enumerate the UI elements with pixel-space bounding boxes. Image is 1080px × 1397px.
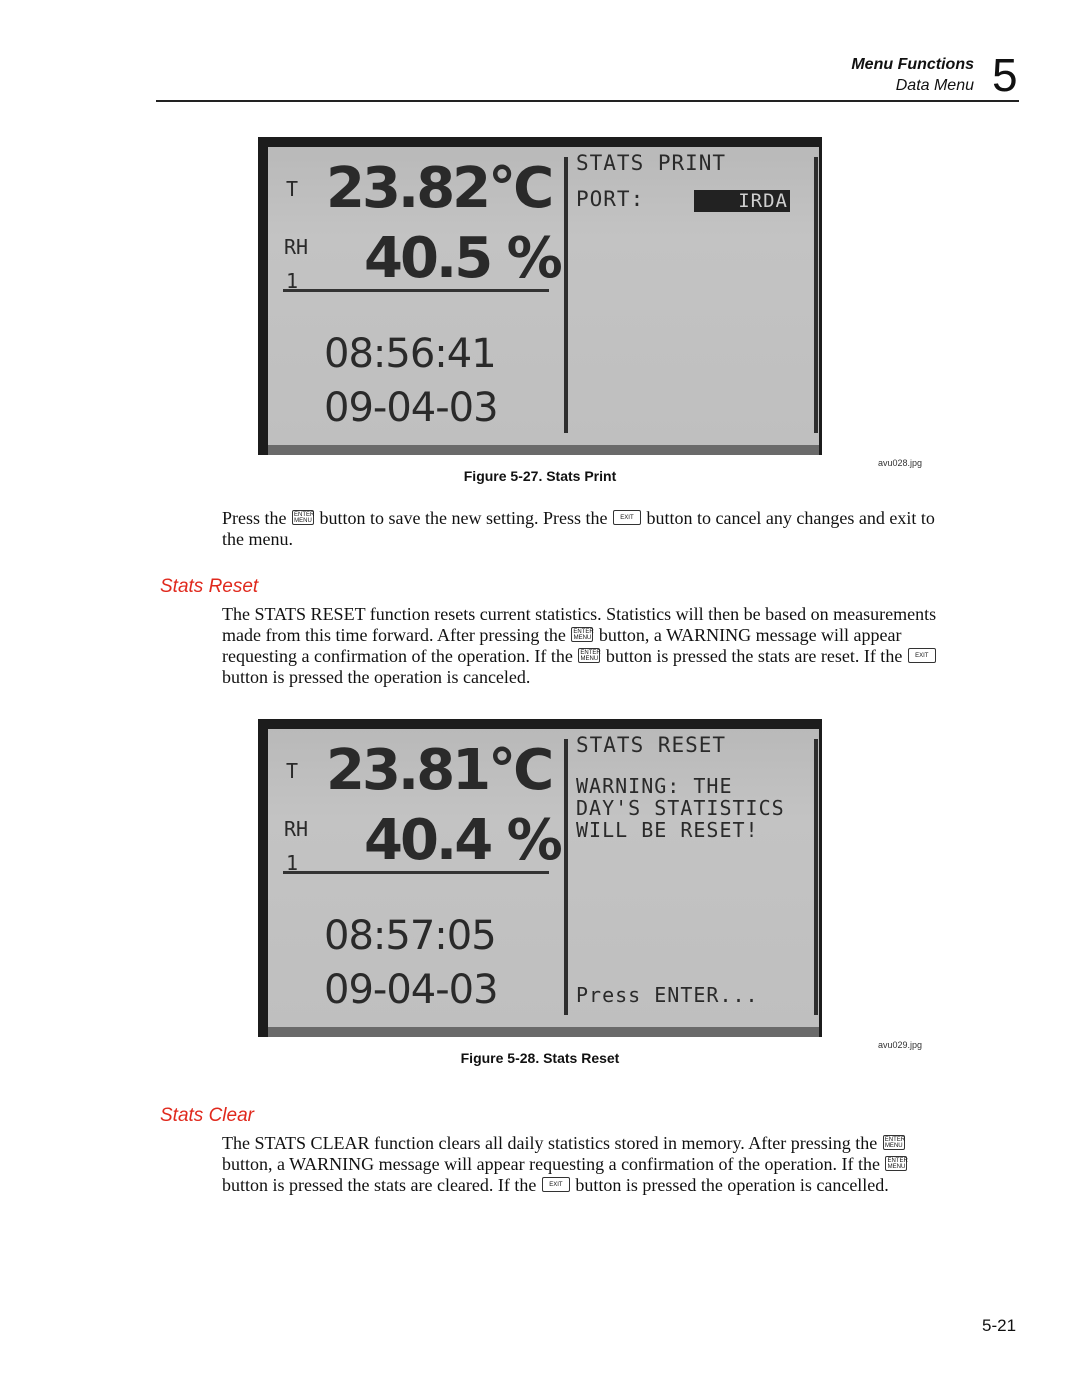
- enter-menu-key-icon: ENTER MENU: [882, 1135, 906, 1151]
- lcd-divider: [283, 871, 549, 874]
- lcd-temperature: 23.82°C: [326, 156, 554, 221]
- lcd-bezel: [268, 1027, 819, 1037]
- lcd-screen: T RH 1 23.81°C 40.4 % 08:57:05 09-04-03 …: [268, 729, 819, 1027]
- exit-key-icon: EXIT: [541, 1177, 570, 1193]
- enter-menu-key-icon: ENTER MENU: [292, 510, 315, 526]
- lcd-menu-panel-right-bracket: [808, 157, 818, 433]
- enter-menu-key-icon: ENTER MENU: [885, 1156, 908, 1172]
- chapter-number: 5: [992, 49, 1018, 101]
- lcd-panel-title: STATS RESET: [576, 733, 727, 757]
- lcd-date: 09-04-03: [324, 967, 499, 1013]
- enter-menu-key-icon: ENTER MENU: [578, 648, 601, 664]
- lcd-bezel: [268, 445, 819, 455]
- running-header: Menu Functions Data Menu: [851, 55, 974, 96]
- lcd-label-temperature: T: [286, 759, 299, 783]
- enter-menu-key-icon: ENTER MENU: [571, 627, 594, 643]
- lcd-label-humidity: RH: [284, 817, 309, 841]
- lcd-panel-title: STATS PRINT: [576, 151, 727, 175]
- lcd-menu-panel-right-bracket: [808, 739, 818, 1015]
- figure-caption: Figure 5-27. Stats Print: [463, 468, 617, 484]
- figure-caption: Figure 5-28. Stats Reset: [460, 1050, 620, 1066]
- section-heading-stats-clear: Stats Clear: [160, 1105, 254, 1126]
- lcd-divider: [283, 289, 549, 292]
- lcd-time: 08:56:41: [324, 331, 497, 377]
- lcd-time: 08:57:05: [324, 913, 497, 959]
- lcd-label-temperature: T: [286, 177, 299, 201]
- lcd-date: 09-04-03: [324, 385, 499, 431]
- lcd-humidity: 40.5 %: [364, 226, 563, 291]
- lcd-prompt: Press ENTER...: [576, 983, 759, 1007]
- lcd-warning-message: WARNING: THE DAY'S STATISTICS WILL BE RE…: [576, 774, 785, 842]
- chapter-title: Menu Functions: [851, 56, 974, 73]
- section-heading-stats-reset: Stats Reset: [160, 576, 259, 597]
- exit-key-icon: EXIT: [612, 510, 641, 526]
- figure-filename: avu029.jpg: [878, 1040, 923, 1050]
- figure-stats-reset-image: T RH 1 23.81°C 40.4 % 08:57:05 09-04-03 …: [258, 719, 822, 1037]
- figure-filename: avu028.jpg: [878, 458, 923, 468]
- figure-stats-print-image: T RH 1 23.82°C 40.5 % 08:56:41 09-04-03 …: [258, 137, 822, 455]
- exit-key-icon: EXIT: [907, 648, 936, 664]
- paragraph-stats-reset: The STATS RESET function resets current …: [222, 604, 937, 687]
- lcd-port-value: IRDA: [694, 190, 790, 212]
- lcd-label-humidity: RH: [284, 235, 309, 259]
- lcd-port-label: PORT:: [576, 187, 645, 211]
- paragraph-stats-clear: The STATS CLEAR function clears all dail…: [222, 1133, 908, 1195]
- lcd-temperature: 23.81°C: [326, 738, 554, 803]
- paragraph-save-cancel: Press the ENTER MENU button to save the n…: [222, 508, 935, 549]
- lcd-humidity: 40.4 %: [364, 808, 563, 873]
- header-rule: [156, 100, 1019, 102]
- section-title: Data Menu: [895, 77, 974, 94]
- lcd-screen: T RH 1 23.82°C 40.5 % 08:56:41 09-04-03 …: [268, 147, 819, 445]
- page-number: 5-21: [982, 1316, 1017, 1335]
